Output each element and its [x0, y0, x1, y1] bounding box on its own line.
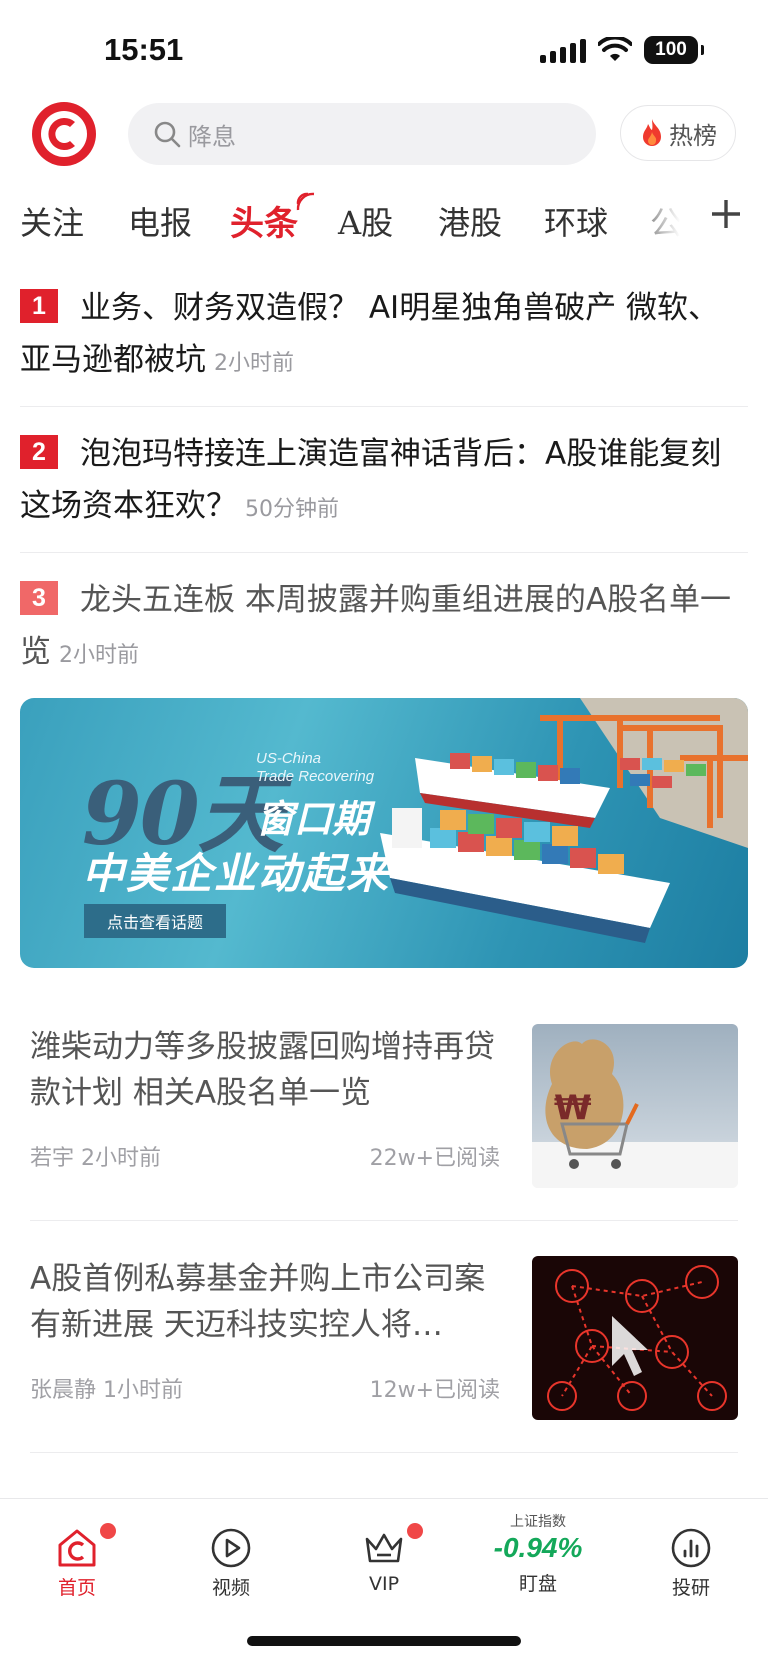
- tab-research[interactable]: 投研: [636, 1519, 746, 1609]
- article-item[interactable]: 潍柴动力等多股披露回购增持再贷款计划 相关A股名单一览 若宇 2小时前 22w+…: [30, 1024, 738, 1188]
- app-logo[interactable]: [30, 100, 98, 168]
- divider: [20, 406, 748, 407]
- topic-banner[interactable]: 90天 US-China Trade Recovering 窗口期 中美企业动起…: [20, 698, 748, 968]
- article-thumbnail: [532, 1256, 738, 1420]
- flame-icon: [643, 119, 661, 146]
- article-author: 若宇: [30, 1146, 75, 1171]
- article-thumbnail: ₩: [532, 1024, 738, 1188]
- view-topic-button[interactable]: 点击查看话题: [84, 904, 226, 938]
- news-title: 业务、财务双造假？ AI明星独角兽破产 微软、亚马逊都被坑: [20, 290, 720, 378]
- article-author: 张晨静: [30, 1378, 97, 1403]
- notification-dot: [407, 1523, 423, 1539]
- banner-window-text: 窗口期: [256, 797, 371, 841]
- article-meta: 张晨静 1小时前: [30, 1372, 183, 1404]
- home-icon: [58, 1529, 96, 1567]
- article-reads: 12w+已阅读: [369, 1378, 500, 1403]
- status-time: 15:51: [104, 32, 184, 67]
- tab-headlines[interactable]: 头条: [230, 196, 298, 245]
- tab-a-shares[interactable]: A股: [338, 198, 393, 244]
- banner-english: US-China Trade Recovering: [256, 750, 375, 785]
- news-title: 泡泡玛特接连上演造富神话背后：A股谁能复刻这场资本狂欢？: [20, 436, 722, 524]
- hot-list-button[interactable]: 热榜: [620, 105, 736, 161]
- home-indicator: [247, 1636, 521, 1646]
- live-signal-icon: [296, 192, 315, 211]
- divider: [30, 1452, 738, 1453]
- cellular-signal-icon: [540, 37, 586, 63]
- news-time: 2小时前: [59, 643, 139, 668]
- search-bar[interactable]: 降息: [128, 103, 596, 165]
- index-change: -0.94%: [493, 1532, 583, 1563]
- divider: [30, 1220, 738, 1221]
- tab-follow[interactable]: 关注: [20, 198, 84, 244]
- crown-icon: [365, 1533, 403, 1563]
- tab-fade: [624, 190, 704, 254]
- add-channel-icon[interactable]: [706, 194, 746, 234]
- index-name: 上证指数: [510, 1514, 566, 1530]
- tab-video[interactable]: 视频: [176, 1519, 286, 1609]
- app-header: 降息 热榜: [0, 96, 768, 172]
- top-news-item[interactable]: 3 龙头五连板 本周披露并购重组进展的A股名单一览 2小时前: [20, 574, 748, 682]
- article-time: 2小时前: [81, 1146, 162, 1171]
- tab-home[interactable]: 首页: [22, 1519, 132, 1609]
- top-news-item[interactable]: 2 泡泡玛特接连上演造富神话背后：A股谁能复刻这场资本狂欢？ 50分钟前: [20, 428, 748, 536]
- top-news-item[interactable]: 1 业务、财务双造假？ AI明星独角兽破产 微软、亚马逊都被坑 2小时前: [20, 282, 748, 390]
- channel-tabs: 关注 电报 头条 A股 港股 环球 公: [0, 190, 768, 254]
- tab-watch-label: 盯盘: [518, 1573, 557, 1595]
- status-icons: 100: [540, 36, 704, 64]
- battery-icon: 100: [644, 36, 704, 64]
- news-time: 50分钟前: [245, 497, 339, 522]
- svg-text:₩: ₩: [554, 1088, 592, 1128]
- tab-watch[interactable]: 上证指数 -0.94% 盯盘: [483, 1514, 593, 1609]
- tab-hk-shares[interactable]: 港股: [438, 198, 502, 244]
- search-icon: [154, 121, 181, 148]
- article-title: A股首例私募基金并购上市公司案有新进展 天迈科技实控人将…: [30, 1261, 486, 1343]
- article-reads: 22w+已阅读: [369, 1146, 500, 1171]
- hot-list-label: 热榜: [669, 121, 717, 150]
- banner-subtitle: 中美企业动起来: [82, 849, 391, 898]
- divider: [20, 552, 748, 553]
- tab-telegraph[interactable]: 电报: [128, 198, 192, 244]
- wifi-icon: [598, 37, 632, 61]
- video-play-icon: [211, 1528, 251, 1568]
- tab-video-label: 视频: [211, 1577, 250, 1599]
- rank-badge: 2: [20, 435, 58, 469]
- search-placeholder: 降息: [188, 122, 236, 151]
- article-time: 1小时前: [103, 1378, 184, 1403]
- tab-global[interactable]: 环球: [544, 198, 608, 244]
- tab-vip-label: VIP: [368, 1573, 400, 1595]
- research-chart-icon: [671, 1528, 711, 1568]
- article-title: 潍柴动力等多股披露回购增持再贷款计划 相关A股名单一览: [30, 1029, 495, 1111]
- tab-research-label: 投研: [671, 1577, 710, 1599]
- tab-vip[interactable]: VIP: [329, 1519, 439, 1609]
- status-bar: 15:51 100: [0, 0, 768, 100]
- notification-dot: [100, 1523, 116, 1539]
- article-meta: 若宇 2小时前: [30, 1140, 161, 1172]
- rank-badge: 1: [20, 289, 58, 323]
- news-time: 2小时前: [214, 351, 294, 376]
- article-item[interactable]: A股首例私募基金并购上市公司案有新进展 天迈科技实控人将… 张晨静 1小时前 1…: [30, 1256, 738, 1420]
- rank-badge: 3: [20, 581, 58, 615]
- tab-home-label: 首页: [57, 1577, 96, 1599]
